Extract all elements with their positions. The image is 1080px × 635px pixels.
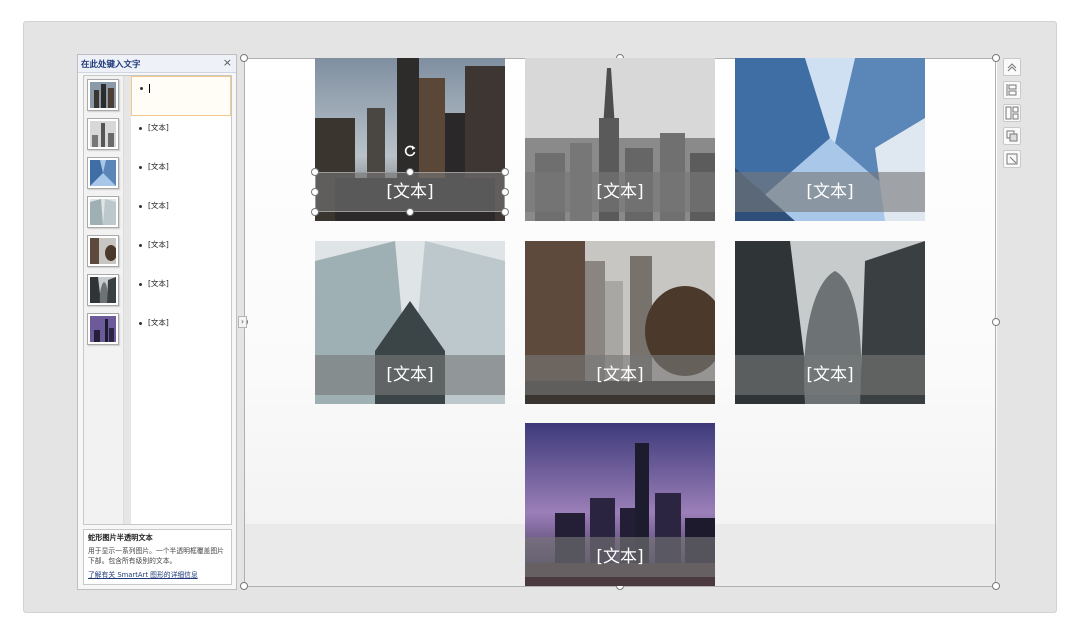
picture-thumbnail[interactable]	[87, 313, 119, 345]
picture-tile[interactable]: [文本]	[315, 241, 505, 404]
bullet-icon	[139, 321, 142, 325]
text-row-value: [文本]	[148, 201, 169, 210]
rotate-handle-icon[interactable]	[403, 144, 417, 158]
layout-name: 蛇形图片半透明文本	[88, 533, 153, 542]
text-row[interactable]: [文本]	[131, 116, 231, 156]
textbox-handle[interactable]	[406, 168, 414, 176]
smartart-help-link[interactable]: 了解有关 SmartArt 图形的详细信息	[88, 569, 227, 579]
picture-tile[interactable]: [文本]	[525, 241, 715, 404]
picture-thumbnail[interactable]	[87, 274, 119, 306]
text-row[interactable]: [文本]	[131, 272, 231, 312]
text-row-value: [文本]	[148, 162, 169, 171]
resize-icon[interactable]	[1003, 150, 1021, 168]
frame-handle-tl[interactable]	[240, 54, 248, 62]
tile-label[interactable]: [文本]	[315, 355, 505, 395]
close-icon[interactable]: ×	[223, 56, 232, 69]
text-row[interactable]: [文本]	[131, 194, 231, 234]
text-row[interactable]: [文本]	[131, 311, 231, 351]
text-caret	[149, 83, 150, 93]
textbox-handle[interactable]	[311, 188, 319, 196]
picture-thumbnail[interactable]	[87, 157, 119, 189]
picture-tile[interactable]: [文本]	[525, 423, 715, 586]
picture-thumbnail[interactable]	[87, 235, 119, 267]
tile-label[interactable]: [文本]	[525, 537, 715, 577]
move-order-icon[interactable]	[1003, 81, 1021, 99]
layout-icon[interactable]	[1003, 104, 1021, 122]
tile-label[interactable]: [文本]	[735, 172, 925, 212]
selected-textbox[interactable]	[315, 172, 505, 212]
textbox-handle[interactable]	[501, 188, 509, 196]
picture-thumbnail[interactable]	[87, 118, 119, 150]
picture-tile[interactable]: [文本]	[525, 58, 715, 221]
thumbnail-column	[84, 76, 124, 524]
textbox-handle[interactable]	[501, 208, 509, 216]
text-row-value: [文本]	[148, 123, 169, 132]
text-pane: 在此处键入文字 × [文本] [文本] [文本] [文本] [文本] [文本] …	[77, 54, 237, 590]
picture-thumbnail[interactable]	[87, 196, 119, 228]
text-row-value: [文本]	[148, 279, 169, 288]
text-pane-body: [文本] [文本] [文本] [文本] [文本] [文本]	[83, 75, 232, 525]
picture-tile[interactable]: [文本]	[735, 58, 925, 221]
textbox-handle[interactable]	[311, 208, 319, 216]
bullet-icon	[139, 204, 142, 208]
pane-scroll-strip[interactable]	[124, 76, 131, 524]
style-icon[interactable]	[1003, 127, 1021, 145]
bullet-icon	[139, 165, 142, 169]
tile-label[interactable]: [文本]	[735, 355, 925, 395]
text-row-active[interactable]	[131, 76, 231, 116]
tile-label[interactable]: [文本]	[525, 172, 715, 212]
text-rows: [文本] [文本] [文本] [文本] [文本] [文本]	[131, 76, 231, 524]
layout-info-box: 蛇形图片半透明文本 用于显示一系列图片。一个半透明框覆盖图片下部。包含所有级别的…	[83, 529, 232, 585]
frame-handle-mr[interactable]	[992, 318, 1000, 326]
picture-thumbnail[interactable]	[87, 79, 119, 111]
pane-title: 在此处键入文字	[81, 60, 141, 70]
textbox-handle[interactable]	[501, 168, 509, 176]
text-row[interactable]: [文本]	[131, 233, 231, 273]
pane-title-bar: 在此处键入文字 ×	[78, 55, 236, 73]
bullet-icon	[140, 86, 143, 90]
bullet-icon	[139, 282, 142, 286]
text-row-value: [文本]	[148, 240, 169, 249]
tile-label[interactable]: [文本]	[525, 355, 715, 395]
picture-tile[interactable]: [文本]	[735, 241, 925, 404]
frame-handle-bl[interactable]	[240, 582, 248, 590]
layout-description: 用于显示一系列图片。一个半透明框覆盖图片下部。包含所有级别的文本。	[88, 547, 224, 565]
text-row-value: [文本]	[148, 318, 169, 327]
frame-handle-br[interactable]	[992, 582, 1000, 590]
text-row[interactable]: [文本]	[131, 155, 231, 195]
pane-collapse-button[interactable]: ›	[238, 316, 247, 328]
textbox-handle[interactable]	[311, 168, 319, 176]
bullet-icon	[139, 243, 142, 247]
move-up-icon[interactable]	[1003, 58, 1021, 76]
bullet-icon	[139, 126, 142, 130]
frame-handle-tr[interactable]	[992, 54, 1000, 62]
textbox-handle[interactable]	[406, 208, 414, 216]
